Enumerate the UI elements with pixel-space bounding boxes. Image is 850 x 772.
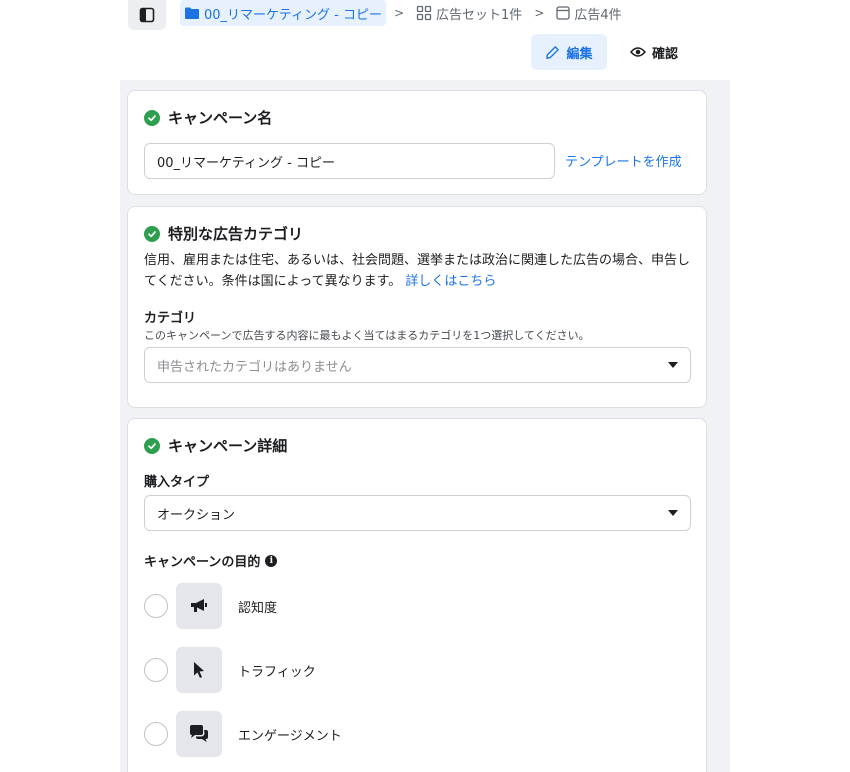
grid-icon [416,5,432,21]
objective-label-engagement: エンゲージメント [238,728,342,744]
caret-down-icon [668,510,678,516]
learn-more-link[interactable]: 詳しくはこちら [405,274,496,289]
objective-radio[interactable] [144,722,168,746]
sidebar-panel-icon [139,7,155,23]
category-help-text: このキャンペーンで広告する内容に最もよく当てはまるカテゴリを1つ選択してください… [144,329,590,342]
special-category-title: 特別な広告カテゴリ [144,223,303,244]
chevron-right-icon: > [534,6,545,20]
breadcrumb-campaign-label: 00_リマーケティング - コピー [204,7,382,23]
buying-type-label: 購入タイプ [144,475,210,490]
create-template-link[interactable]: テンプレートを作成 [565,151,682,170]
eye-icon [629,47,646,57]
editor-panel: キャンペーン名 00_リマーケティング - コピー テンプレートを作成 特別な広… [120,80,730,772]
review-button[interactable]: 確認 [620,34,688,70]
review-button-label: 確認 [651,46,678,62]
ad-window-icon [556,6,571,20]
buying-type-value: オークション [157,507,236,523]
objective-label-awareness: 認知度 [238,600,278,616]
objective-label-traffic: トラフィック [238,664,316,680]
campaign-name-title: キャンペーン名 [144,107,272,128]
pencil-icon [546,45,560,59]
chat-bubbles-icon [176,711,222,757]
buying-type-select[interactable]: オークション [144,495,691,531]
info-icon[interactable]: i [265,554,278,567]
category-select[interactable]: 申告されたカテゴリはありません [144,347,691,383]
breadcrumb-adset-label: 広告セット1件 [436,7,523,23]
breadcrumb-adset[interactable]: 広告セット1件 [412,0,526,26]
campaign-details-card: キャンペーン詳細 購入タイプ オークション キャンペーンの目的 i 認知度 トラ… [127,418,707,772]
category-select-placeholder: 申告されたカテゴリはありません [157,359,352,375]
megaphone-icon [176,583,222,629]
objective-option-traffic[interactable]: トラフィック [144,647,316,693]
check-circle-icon [144,109,160,126]
special-ad-category-card: 特別な広告カテゴリ 信用、雇用または住宅、あるいは、社会問題、選挙または政治に関… [127,206,707,408]
campaign-name-card: キャンペーン名 00_リマーケティング - コピー テンプレートを作成 [127,90,707,195]
objective-label: キャンペーンの目的 i [144,551,278,570]
campaign-name-input[interactable]: 00_リマーケティング - コピー [144,143,555,179]
breadcrumb: 00_リマーケティング - コピー > 広告セット1件 > 広告4件 [180,0,626,26]
objective-option-engagement[interactable]: エンゲージメント [144,711,342,757]
objective-radio[interactable] [144,594,168,618]
campaign-details-title: キャンペーン詳細 [144,435,287,456]
objective-option-awareness[interactable]: 認知度 [144,583,277,629]
category-label: カテゴリ [144,311,197,326]
top-bar: 00_リマーケティング - コピー > 広告セット1件 > 広告4件 編集 確認 [0,0,850,80]
chevron-right-icon: > [393,6,405,20]
folder-icon [185,7,199,19]
breadcrumb-campaign[interactable]: 00_リマーケティング - コピー [180,0,386,26]
cursor-icon [176,647,222,693]
edit-button-label: 編集 [566,46,593,62]
breadcrumb-ad[interactable]: 広告4件 [552,0,625,26]
special-category-description: 信用、雇用または住宅、あるいは、社会問題、選挙または政治に関連した広告の場合、申… [144,253,691,289]
sidebar-toggle-button[interactable] [128,0,166,30]
check-circle-icon [144,437,160,454]
caret-down-icon [668,362,678,368]
edit-button[interactable]: 編集 [531,34,607,70]
breadcrumb-ad-label: 広告4件 [574,7,622,23]
objective-radio[interactable] [144,658,168,682]
check-circle-icon [144,225,160,242]
